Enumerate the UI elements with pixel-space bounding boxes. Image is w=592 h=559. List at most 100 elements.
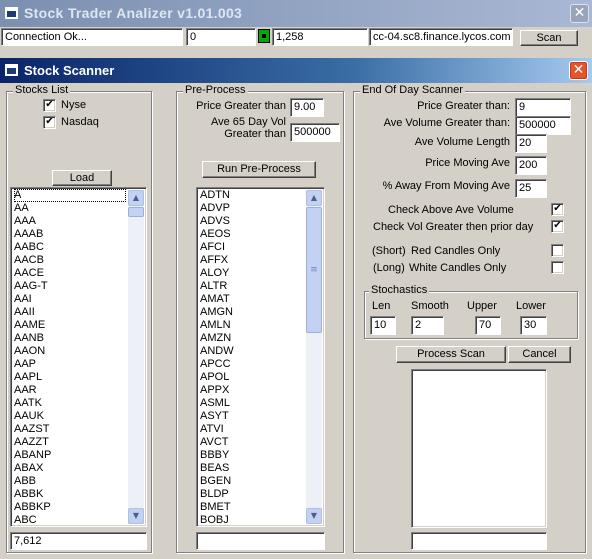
check-above-ave-checkbox[interactable]: ✔ (551, 203, 564, 216)
counter-field: 0 (186, 28, 256, 46)
list-item[interactable]: ABBK (14, 488, 146, 501)
pp-vol-label-2: Greater than (224, 128, 286, 140)
short-prefix: (Short) (372, 245, 406, 257)
stoch-upper-label: Upper (467, 300, 497, 312)
eod-vol-length-input[interactable]: 20 (515, 134, 547, 153)
pp-count-field (196, 532, 325, 550)
scroll-up-icon[interactable]: ▲ (128, 190, 144, 206)
scan-status-field (411, 532, 547, 550)
pre-process-listbox[interactable]: ADTN ADVP ADVS AEOS AFCI AFFX ALOY ALTR AMAT AMGN… (196, 187, 325, 527)
run-pre-process-button[interactable]: Run Pre-Process (202, 161, 316, 178)
scanner-title-bar: Stock Scanner (0, 58, 592, 83)
nasdaq-checkbox[interactable]: ✔ (43, 116, 56, 129)
list-item[interactable]: ABAX (14, 462, 146, 475)
app-close-icon[interactable]: ✕ (570, 4, 589, 23)
eod-price-label: Price Greater than: (417, 100, 510, 112)
check-vol-prior-checkbox[interactable]: ✔ (551, 220, 564, 233)
stoch-lower-label: Lower (516, 300, 546, 312)
app-title-bar: Stock Trader Analizer v1.01.003 (0, 0, 592, 27)
list-item[interactable]: AAP (14, 358, 146, 371)
long-prefix: (Long) (373, 262, 405, 274)
red-candles-checkbox[interactable] (551, 244, 564, 257)
list-item[interactable]: AAUK (14, 410, 146, 423)
eod-volume-input[interactable]: 500000 (515, 116, 571, 135)
pp-price-label: Price Greater than (196, 100, 286, 112)
list-item[interactable]: AANB (14, 332, 146, 345)
scroll-thumb[interactable]: ≡ (306, 207, 322, 333)
list-item[interactable]: AAAB (14, 228, 146, 241)
nyse-checkbox[interactable]: ✔ (43, 99, 56, 112)
list-item[interactable]: ABANP (14, 449, 146, 462)
pp-scrollbar[interactable]: ▲ ≡ ▼ (306, 190, 322, 524)
eod-away-label: % Away From Moving Ave (382, 180, 510, 192)
list-item[interactable]: AATK (14, 397, 146, 410)
cancel-button[interactable]: Cancel (508, 346, 571, 363)
stoch-upper-input[interactable]: 70 (475, 316, 501, 335)
list-item[interactable]: AAII (14, 306, 146, 319)
eod-moving-ave-label: Price Moving Ave (425, 157, 510, 169)
white-candles-checkbox[interactable] (551, 261, 564, 274)
scanner-close-icon[interactable]: ✕ (569, 61, 588, 80)
scanner-window-icon (5, 64, 18, 76)
eod-vol-length-label: Ave Volume Length (414, 136, 510, 148)
app-title: Stock Trader Analizer v1.01.003 (24, 5, 243, 21)
stoch-len-input[interactable]: 10 (370, 316, 396, 335)
list-item[interactable]: AACB (14, 254, 146, 267)
app-icon (5, 7, 18, 19)
stocks-list-legend: Stocks List (13, 84, 71, 96)
stoch-smooth-input[interactable]: 2 (411, 316, 444, 335)
scroll-up-icon[interactable]: ▲ (306, 190, 322, 206)
stocks-listbox[interactable]: A AA AAA AAAB AABC AACB AACE AAG-T AAI AAII AAME AA… (10, 187, 147, 527)
server-field: cc-04.sc8.finance.lycos.com (369, 28, 513, 46)
list-item[interactable]: ABB (14, 475, 146, 488)
list-item[interactable]: AAR (14, 384, 146, 397)
record-count-field: 1,258 (272, 28, 368, 46)
connection-led-icon (258, 29, 270, 43)
nasdaq-label: Nasdaq (61, 116, 99, 128)
stoch-len-label: Len (372, 300, 391, 312)
pp-price-input[interactable]: 9.00 (290, 98, 324, 117)
list-item[interactable]: AA (14, 202, 146, 215)
list-item[interactable]: ABC (14, 514, 146, 526)
stoch-lower-input[interactable]: 30 (520, 316, 547, 335)
list-item[interactable]: AAZST (14, 423, 146, 436)
pre-process-list: ADTN ADVP ADVS AEOS AFCI AFFX ALOY ALTR AMAT AMGN… (197, 188, 324, 526)
check-above-ave-label: Check Above Ave Volume (388, 204, 514, 216)
stocks-scrollbar[interactable]: ▲ ▼ (128, 190, 144, 524)
list-item[interactable]: AAON (14, 345, 146, 358)
stocks-list: A AA AAA AAAB AABC AACB AACE AAG-T AAI AAII AAME AA… (11, 188, 146, 526)
stoch-smooth-label: Smooth (411, 300, 449, 312)
eod-volume-label: Ave Volume Greater than: (383, 117, 510, 129)
list-item[interactable]: AACE (14, 267, 146, 280)
list-item[interactable]: AABC (14, 241, 146, 254)
load-button[interactable]: Load (52, 170, 112, 186)
scanner-title: Stock Scanner (24, 63, 115, 78)
scan-results-box[interactable] (411, 369, 547, 528)
process-scan-button[interactable]: Process Scan (396, 346, 506, 363)
scan-button[interactable]: Scan (520, 30, 578, 46)
red-candles-label: Red Candles Only (411, 245, 501, 257)
pre-process-legend: Pre-Process (183, 84, 248, 96)
list-item[interactable]: AAG-T (14, 280, 146, 293)
stochastics-legend: Stochastics (369, 284, 430, 296)
list-item[interactable]: AAPL (14, 371, 146, 384)
white-candles-label: White Candles Only (409, 262, 507, 274)
connection-status: Connection Ok... (1, 28, 183, 46)
list-item[interactable]: ABBKP (14, 501, 146, 514)
check-vol-prior-label: Check Vol Greater then prior day (373, 221, 534, 233)
pp-vol-input[interactable]: 500000 (290, 123, 340, 142)
list-item[interactable]: AAZZT (14, 436, 146, 449)
nyse-label: Nyse (61, 99, 87, 111)
eod-moving-ave-input[interactable]: 200 (515, 156, 547, 175)
list-item[interactable]: AAI (14, 293, 146, 306)
list-item[interactable]: AAA (14, 215, 146, 228)
stocks-count-field: 7,612 (10, 532, 147, 550)
list-item[interactable]: AAME (14, 319, 146, 332)
list-item[interactable]: A (14, 189, 126, 202)
scroll-down-icon[interactable]: ▼ (306, 508, 322, 524)
eod-price-input[interactable]: 9 (515, 98, 571, 117)
eod-away-input[interactable]: 25 (515, 179, 547, 198)
scroll-thumb[interactable] (128, 207, 144, 217)
scroll-down-icon[interactable]: ▼ (128, 508, 144, 524)
eod-scanner-legend: End Of Day Scanner (360, 84, 465, 96)
